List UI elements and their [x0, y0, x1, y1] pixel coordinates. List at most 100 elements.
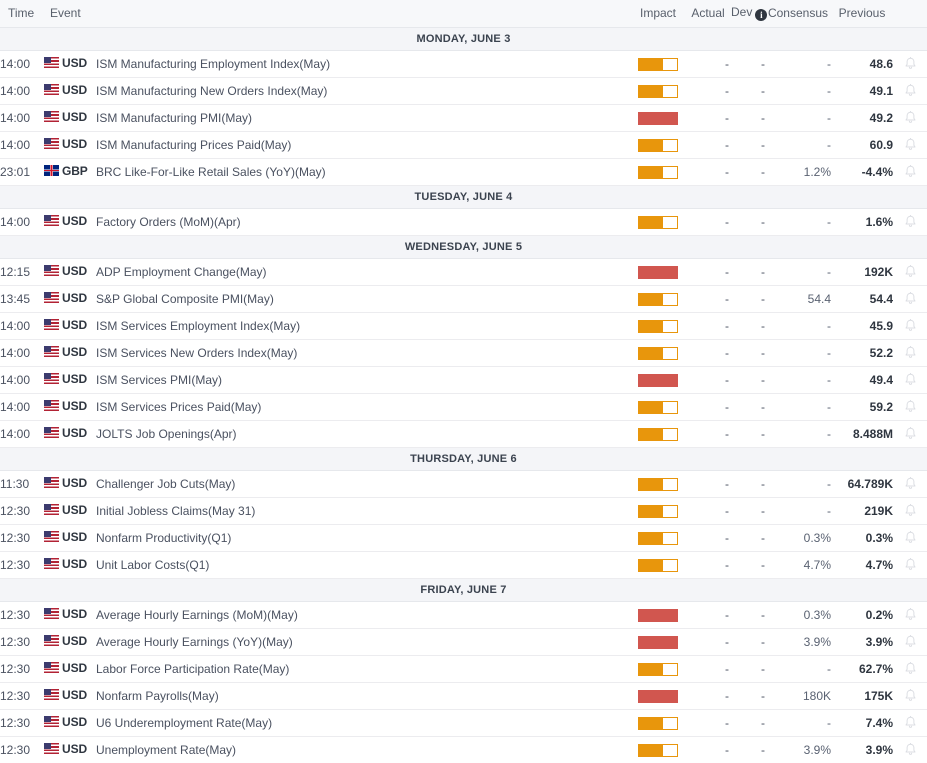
impact-cell[interactable]: [629, 655, 687, 682]
bell-icon[interactable]: [904, 292, 917, 306]
impact-cell[interactable]: [629, 524, 687, 551]
impact-cell[interactable]: [629, 601, 687, 628]
event-row[interactable]: 12:30USDNonfarm Payrolls(May)--180K175K: [0, 682, 927, 709]
bell-icon[interactable]: [904, 504, 917, 518]
column-header-consensus[interactable]: Consensus: [765, 0, 831, 27]
alert-cell[interactable]: [893, 497, 927, 524]
bell-icon[interactable]: [904, 743, 917, 757]
impact-cell[interactable]: [629, 366, 687, 393]
event-row[interactable]: 14:00USDJOLTS Job Openings(Apr)---8.488M: [0, 420, 927, 447]
impact-cell[interactable]: [629, 497, 687, 524]
bell-icon[interactable]: [904, 265, 917, 279]
event-name[interactable]: ISM Manufacturing New Orders Index(May): [96, 77, 629, 104]
column-header-impact[interactable]: Impact: [629, 0, 687, 27]
alert-cell[interactable]: [893, 258, 927, 285]
event-name[interactable]: S&P Global Composite PMI(May): [96, 285, 629, 312]
column-header-event[interactable]: Event: [44, 0, 629, 27]
alert-cell[interactable]: [893, 208, 927, 235]
alert-cell[interactable]: [893, 50, 927, 77]
impact-cell[interactable]: [629, 104, 687, 131]
impact-cell[interactable]: [629, 682, 687, 709]
bell-icon[interactable]: [904, 215, 917, 229]
event-row[interactable]: 14:00USDISM Services PMI(May)---49.4: [0, 366, 927, 393]
event-name[interactable]: ISM Services Prices Paid(May): [96, 393, 629, 420]
event-name[interactable]: BRC Like-For-Like Retail Sales (YoY)(May…: [96, 158, 629, 185]
event-row[interactable]: 14:00USDISM Manufacturing New Orders Ind…: [0, 77, 927, 104]
event-row[interactable]: 14:00USDISM Manufacturing Employment Ind…: [0, 50, 927, 77]
event-row[interactable]: 12:30USDUnit Labor Costs(Q1)--4.7%4.7%: [0, 551, 927, 578]
event-name[interactable]: JOLTS Job Openings(Apr): [96, 420, 629, 447]
bell-icon[interactable]: [904, 716, 917, 730]
event-name[interactable]: ADP Employment Change(May): [96, 258, 629, 285]
event-row[interactable]: 14:00USDFactory Orders (MoM)(Apr)---1.6%: [0, 208, 927, 235]
column-header-actual[interactable]: Actual: [687, 0, 729, 27]
bell-icon[interactable]: [904, 138, 917, 152]
event-row[interactable]: 12:15USDADP Employment Change(May)---192…: [0, 258, 927, 285]
alert-cell[interactable]: [893, 104, 927, 131]
impact-cell[interactable]: [629, 393, 687, 420]
event-row[interactable]: 14:00USDISM Services Employment Index(Ma…: [0, 312, 927, 339]
event-row[interactable]: 12:30USDInitial Jobless Claims(May 31)--…: [0, 497, 927, 524]
event-row[interactable]: 14:00USDISM Services Prices Paid(May)---…: [0, 393, 927, 420]
info-icon[interactable]: i: [755, 9, 767, 21]
bell-icon[interactable]: [904, 531, 917, 545]
bell-icon[interactable]: [904, 346, 917, 360]
bell-icon[interactable]: [904, 477, 917, 491]
bell-icon[interactable]: [904, 57, 917, 71]
impact-cell[interactable]: [629, 77, 687, 104]
event-name[interactable]: Average Hourly Earnings (MoM)(May): [96, 601, 629, 628]
column-header-previous[interactable]: Previous: [831, 0, 893, 27]
impact-cell[interactable]: [629, 285, 687, 312]
event-row[interactable]: 12:30USDU6 Underemployment Rate(May)---7…: [0, 709, 927, 736]
bell-icon[interactable]: [904, 111, 917, 125]
alert-cell[interactable]: [893, 470, 927, 497]
impact-cell[interactable]: [629, 258, 687, 285]
impact-cell[interactable]: [629, 339, 687, 366]
bell-icon[interactable]: [904, 689, 917, 703]
event-name[interactable]: Nonfarm Payrolls(May): [96, 682, 629, 709]
event-name[interactable]: Nonfarm Productivity(Q1): [96, 524, 629, 551]
alert-cell[interactable]: [893, 628, 927, 655]
event-name[interactable]: ISM Manufacturing Employment Index(May): [96, 50, 629, 77]
event-name[interactable]: Factory Orders (MoM)(Apr): [96, 208, 629, 235]
event-row[interactable]: 14:00USDISM Manufacturing Prices Paid(Ma…: [0, 131, 927, 158]
event-name[interactable]: Unit Labor Costs(Q1): [96, 551, 629, 578]
bell-icon[interactable]: [904, 400, 917, 414]
alert-cell[interactable]: [893, 601, 927, 628]
impact-cell[interactable]: [629, 208, 687, 235]
alert-cell[interactable]: [893, 551, 927, 578]
event-row[interactable]: 13:45USDS&P Global Composite PMI(May)--5…: [0, 285, 927, 312]
event-name[interactable]: Challenger Job Cuts(May): [96, 470, 629, 497]
alert-cell[interactable]: [893, 393, 927, 420]
alert-cell[interactable]: [893, 366, 927, 393]
alert-cell[interactable]: [893, 158, 927, 185]
alert-cell[interactable]: [893, 420, 927, 447]
event-row[interactable]: 12:30USDLabor Force Participation Rate(M…: [0, 655, 927, 682]
bell-icon[interactable]: [904, 635, 917, 649]
alert-cell[interactable]: [893, 655, 927, 682]
alert-cell[interactable]: [893, 285, 927, 312]
bell-icon[interactable]: [904, 608, 917, 622]
event-name[interactable]: ISM Manufacturing Prices Paid(May): [96, 131, 629, 158]
event-name[interactable]: ISM Services Employment Index(May): [96, 312, 629, 339]
impact-cell[interactable]: [629, 158, 687, 185]
bell-icon[interactable]: [904, 165, 917, 179]
bell-icon[interactable]: [904, 84, 917, 98]
impact-cell[interactable]: [629, 50, 687, 77]
event-row[interactable]: 12:30USDAverage Hourly Earnings (YoY)(Ma…: [0, 628, 927, 655]
event-name[interactable]: Average Hourly Earnings (YoY)(May): [96, 628, 629, 655]
event-row[interactable]: 14:00USDISM Services New Orders Index(Ma…: [0, 339, 927, 366]
bell-icon[interactable]: [904, 427, 917, 441]
impact-cell[interactable]: [629, 470, 687, 497]
event-name[interactable]: Labor Force Participation Rate(May): [96, 655, 629, 682]
alert-cell[interactable]: [893, 524, 927, 551]
bell-icon[interactable]: [904, 319, 917, 333]
alert-cell[interactable]: [893, 77, 927, 104]
column-header-time[interactable]: Time: [0, 0, 44, 27]
alert-cell[interactable]: [893, 736, 927, 763]
impact-cell[interactable]: [629, 736, 687, 763]
impact-cell[interactable]: [629, 131, 687, 158]
bell-icon[interactable]: [904, 662, 917, 676]
impact-cell[interactable]: [629, 709, 687, 736]
event-name[interactable]: Unemployment Rate(May): [96, 736, 629, 763]
